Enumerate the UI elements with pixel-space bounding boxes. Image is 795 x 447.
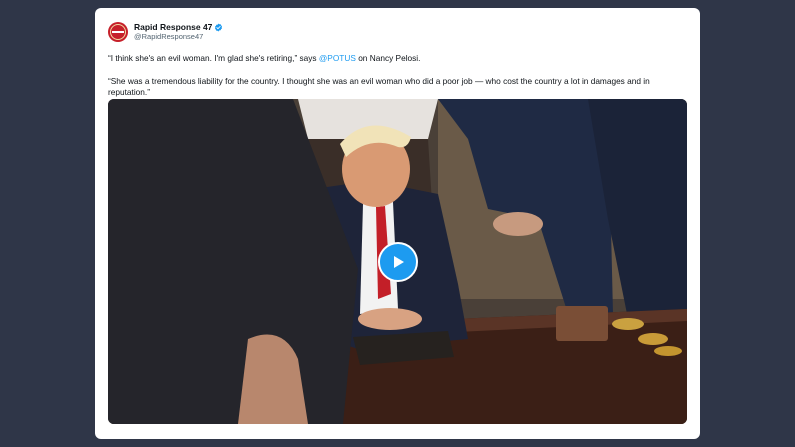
author-names: Rapid Response 47 @RapidResponse47 <box>134 22 223 42</box>
paragraph-1-after: on Nancy Pelosi. <box>355 53 421 63</box>
tweet-card: Rapid Response 47 @RapidResponse47 “I th… <box>95 8 700 439</box>
handle[interactable]: @RapidResponse47 <box>134 32 223 42</box>
play-icon <box>394 256 404 268</box>
display-name[interactable]: Rapid Response 47 <box>134 22 212 32</box>
tweet-paragraph-2: “She was a tremendous liability for the … <box>108 76 650 97</box>
tweet-header: Rapid Response 47 @RapidResponse47 <box>108 20 223 44</box>
avatar[interactable] <box>108 22 128 42</box>
verified-badge-icon <box>215 23 223 31</box>
paragraph-1-before: “I think she's an evil woman. I'm glad s… <box>108 53 319 63</box>
video-player[interactable] <box>108 99 687 424</box>
name-row: Rapid Response 47 <box>134 22 223 32</box>
seal-bar <box>112 31 124 33</box>
play-button[interactable] <box>378 242 418 282</box>
tweet-paragraph-1: “I think she's an evil woman. I'm glad s… <box>108 53 688 64</box>
mention-link[interactable]: @POTUS <box>319 53 356 63</box>
